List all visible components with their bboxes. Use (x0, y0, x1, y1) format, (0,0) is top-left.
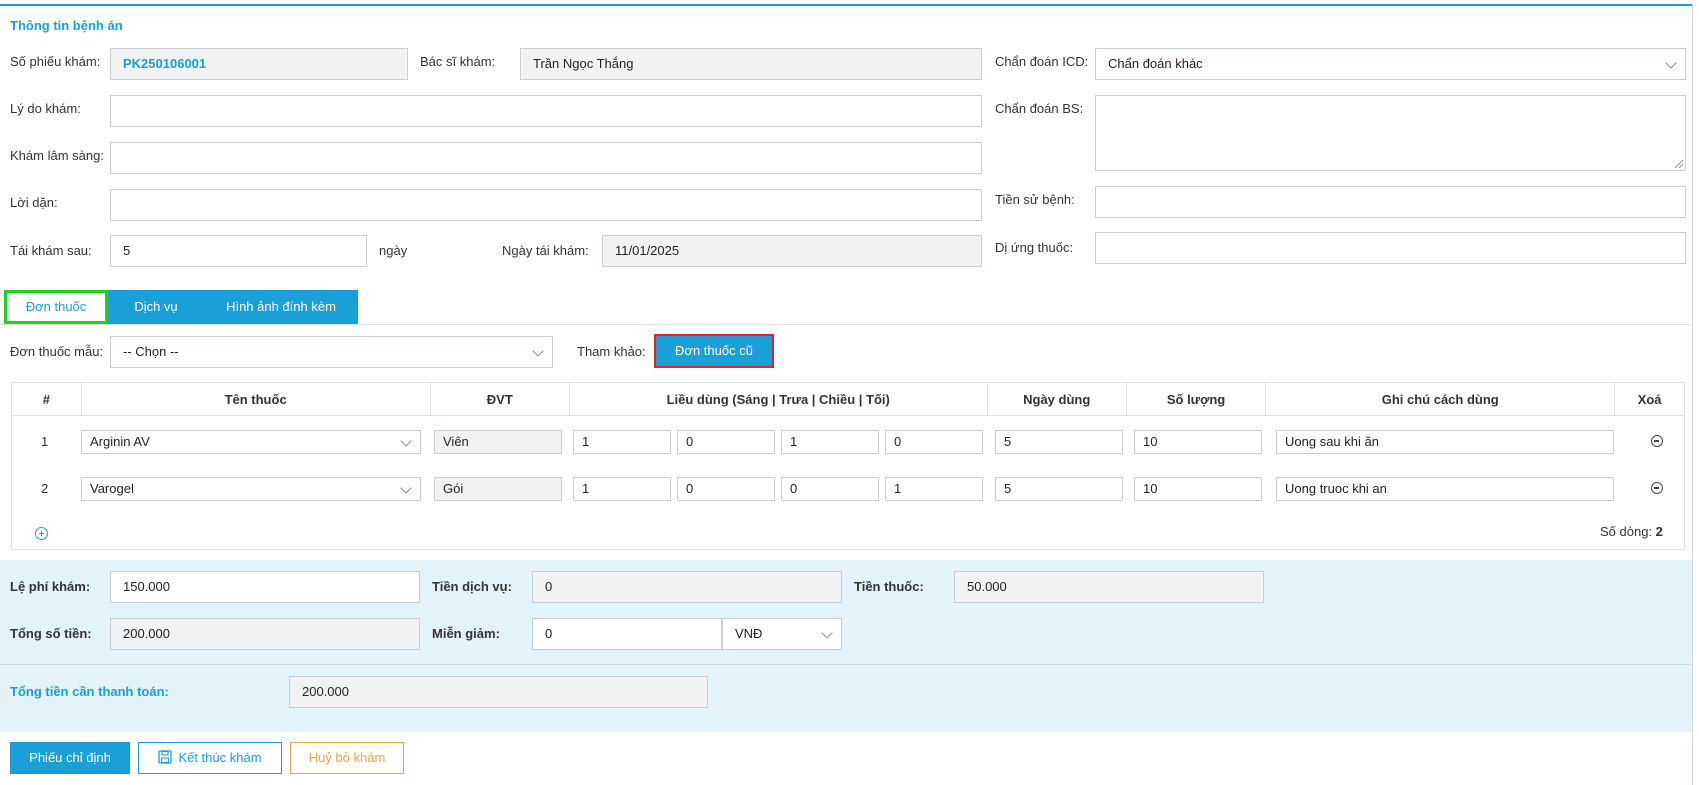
tai-kham-field[interactable]: 5 (110, 235, 367, 267)
template-value: -- Chọn -- (123, 344, 179, 359)
unit-field: Gói (434, 477, 562, 501)
le-phi-field[interactable]: 150.000 (110, 571, 420, 603)
col-drug: Tên thuốc (80, 382, 431, 416)
dose-toi-input[interactable]: 1 (885, 477, 983, 501)
row-index: 1 (41, 434, 49, 449)
qty-input[interactable]: 10 (1134, 477, 1262, 501)
col-qty: Số lượng (1125, 382, 1267, 416)
chevron-down-icon (400, 482, 412, 494)
remove-row-icon[interactable] (1651, 435, 1663, 447)
template-label: Đơn thuốc mẫu: (10, 344, 104, 359)
tien-su-label: Tiền sử bệnh: (995, 192, 1075, 207)
top-border (0, 4, 1692, 6)
so-phieu-field[interactable]: PK250106001 (110, 48, 408, 80)
can-tt-label: Tổng tiền cần thanh toán: (10, 684, 169, 699)
le-phi-label: Lệ phí khám: (10, 579, 91, 594)
dose-sang-input[interactable]: 1 (573, 430, 671, 454)
old-prescription-button[interactable]: Đơn thuốc cũ (654, 334, 774, 368)
drug-select[interactable]: Arginin AV (81, 430, 421, 454)
tien-thuoc-field: 50.000 (954, 571, 1264, 603)
dose-chieu-input[interactable]: 1 (781, 430, 879, 454)
ngay-unit: ngày (379, 243, 408, 258)
drug-name: Arginin AV (90, 434, 150, 449)
row-count: Số dòng: 2 (1600, 524, 1663, 539)
col-unit: ĐVT (429, 382, 570, 416)
mien-giam-field[interactable]: 0 (532, 618, 722, 650)
reference-label: Tham khảo: (577, 344, 646, 359)
kham-ls-label: Khám lâm sàng: (10, 148, 104, 163)
ket-thuc-button[interactable]: Kết thúc khám (138, 742, 282, 774)
days-input[interactable]: 5 (995, 430, 1123, 454)
template-select[interactable]: -- Chọn -- (110, 336, 553, 368)
ngay-tai-kham-field[interactable]: 11/01/2025 (602, 235, 982, 267)
chan-doan-icd-label: Chẩn đoán ICD: (995, 54, 1089, 69)
tien-dv-field: 0 (532, 571, 842, 603)
chevron-down-icon (532, 345, 544, 357)
add-row-icon[interactable] (35, 527, 48, 540)
ly-do-label: Lý do khám: (10, 101, 81, 116)
chan-doan-icd-value: Chẩn đoán khác (1108, 56, 1203, 71)
dose-trua-input[interactable]: 0 (677, 477, 775, 501)
unit-field: Viên (434, 430, 562, 454)
tien-dv-label: Tiền dịch vụ: (432, 579, 512, 594)
dose-trua-input[interactable]: 0 (677, 430, 775, 454)
loi-dan-field[interactable] (110, 189, 982, 221)
drug-name: Varogel (90, 481, 134, 496)
phieu-chi-dinh-button[interactable]: Phiếu chỉ định (10, 742, 130, 774)
note-input[interactable]: Uong truoc khi an (1276, 477, 1614, 501)
so-phieu-label: Số phiếu khám: (10, 54, 101, 69)
chevron-down-icon (400, 435, 412, 447)
can-tt-field: 200.000 (289, 676, 708, 708)
di-ung-field[interactable] (1095, 232, 1686, 264)
col-dosage: Liều dùng (Sáng | Trưa | Chiều | Tối) (568, 382, 988, 416)
tong-field: 200.000 (110, 618, 420, 650)
col-index: # (11, 382, 82, 416)
chevron-down-icon (821, 627, 833, 639)
ngay-tai-kham-label: Ngày tái khám: (502, 243, 589, 258)
note-input[interactable]: Uong sau khi ăn (1276, 430, 1614, 454)
col-days: Ngày dùng (986, 382, 1127, 416)
table-header-row: # Tên thuốc ĐVT Liều dùng (Sáng | Trưa |… (11, 382, 1685, 416)
tab-hinh-anh[interactable]: Hình ảnh đính kèm (204, 290, 358, 324)
chevron-down-icon (1665, 57, 1677, 69)
bac-si-label: Bác sĩ khám: (420, 54, 496, 69)
dose-chieu-input[interactable]: 0 (781, 477, 879, 501)
fees-divider (0, 664, 1692, 665)
days-input[interactable]: 5 (995, 477, 1123, 501)
currency-select[interactable]: VNĐ (722, 618, 842, 650)
ly-do-field[interactable] (110, 95, 982, 127)
col-note: Ghi chú cách dùng (1265, 382, 1616, 416)
section-title: Thông tin bệnh án (10, 18, 123, 33)
tai-kham-label: Tái khám sau: (10, 243, 92, 258)
di-ung-label: Dị ứng thuốc: (995, 240, 1074, 255)
tab-dich-vu[interactable]: Dịch vụ (108, 290, 204, 324)
tab-don-thuoc[interactable]: Đơn thuốc (4, 290, 108, 324)
chan-doan-bs-textarea[interactable] (1095, 95, 1686, 171)
tien-su-field[interactable] (1095, 186, 1686, 218)
col-delete: Xoá (1614, 382, 1685, 416)
tab-divider (0, 324, 1692, 325)
tien-thuoc-label: Tiền thuốc: (854, 579, 924, 594)
huy-bo-button[interactable]: Huỷ bỏ khám (290, 742, 404, 774)
dose-toi-input[interactable]: 0 (885, 430, 983, 454)
mien-giam-label: Miễn giảm: (432, 626, 500, 641)
loi-dan-label: Lời dặn: (10, 195, 58, 210)
qty-input[interactable]: 10 (1134, 430, 1262, 454)
ket-thuc-label: Kết thúc khám (178, 750, 262, 765)
chan-doan-bs-label: Chẩn đoán BS: (995, 101, 1084, 116)
dose-sang-input[interactable]: 1 (573, 477, 671, 501)
chan-doan-icd-select[interactable]: Chẩn đoán khác (1095, 48, 1686, 80)
currency-value: VNĐ (735, 626, 763, 641)
right-border (1692, 4, 1693, 785)
drug-select[interactable]: Varogel (81, 477, 421, 501)
row-index: 2 (41, 481, 49, 496)
bac-si-field[interactable]: Trần Ngọc Thắng (520, 48, 982, 80)
save-icon (158, 750, 173, 764)
resize-handle-icon[interactable] (1675, 160, 1683, 168)
kham-ls-field[interactable] (110, 142, 982, 174)
remove-row-icon[interactable] (1651, 482, 1663, 494)
tong-label: Tổng số tiền: (10, 626, 92, 641)
drug-table: # Tên thuốc ĐVT Liều dùng (Sáng | Trưa |… (11, 382, 1685, 416)
